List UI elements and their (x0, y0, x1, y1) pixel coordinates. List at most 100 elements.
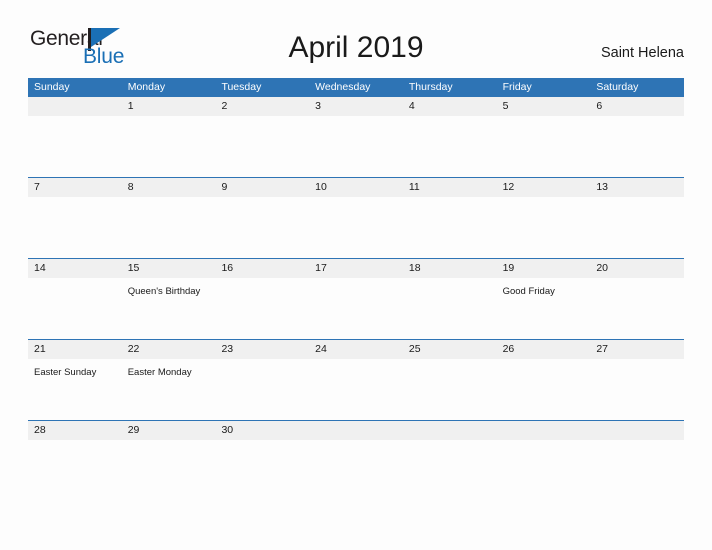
day-number[interactable]: 12 (497, 178, 591, 197)
page-header: General Blue April 2019 Saint Helena (0, 0, 712, 76)
day-header-saturday: Saturday (596, 81, 639, 93)
day-number[interactable]: 24 (309, 340, 403, 359)
day-cell[interactable] (215, 116, 309, 177)
event-label: Easter Sunday (34, 367, 97, 378)
day-number[interactable] (403, 421, 497, 440)
day-number[interactable]: 27 (590, 340, 684, 359)
day-number[interactable]: 8 (122, 178, 216, 197)
calendar-week-row: 14 15 16 17 18 19 20 Queen's Birthday Go… (28, 258, 684, 339)
day-cell[interactable] (28, 440, 122, 445)
day-cell[interactable] (590, 278, 684, 339)
day-number[interactable]: 22 (122, 340, 216, 359)
day-number[interactable]: 7 (28, 178, 122, 197)
calendar-week-row: 28 29 30 (28, 420, 684, 445)
day-number[interactable]: 14 (28, 259, 122, 278)
day-number[interactable]: 18 (403, 259, 497, 278)
day-cell[interactable]: Easter Monday (122, 359, 216, 420)
week-event-cells (28, 440, 684, 445)
day-number[interactable]: 13 (590, 178, 684, 197)
week-date-numbers: 14 15 16 17 18 19 20 (28, 259, 684, 278)
day-number[interactable] (497, 421, 591, 440)
day-cell[interactable] (28, 278, 122, 339)
day-number[interactable]: 10 (309, 178, 403, 197)
day-cell[interactable] (122, 197, 216, 258)
day-number[interactable]: 30 (215, 421, 309, 440)
day-cell[interactable] (590, 359, 684, 420)
day-number[interactable]: 26 (497, 340, 591, 359)
day-cell[interactable] (215, 440, 309, 445)
day-cell[interactable] (122, 440, 216, 445)
day-number[interactable] (309, 421, 403, 440)
day-cell[interactable]: Queen's Birthday (122, 278, 216, 339)
day-cell[interactable] (403, 278, 497, 339)
day-cell[interactable] (403, 440, 497, 445)
day-cell[interactable] (403, 116, 497, 177)
day-number[interactable]: 5 (497, 97, 591, 116)
day-cell[interactable] (590, 440, 684, 445)
day-cell[interactable] (590, 116, 684, 177)
day-cell[interactable] (403, 197, 497, 258)
week-event-cells (28, 197, 684, 258)
day-header-sunday: Sunday (34, 81, 70, 93)
day-number[interactable]: 28 (28, 421, 122, 440)
day-cell[interactable] (309, 359, 403, 420)
day-cell[interactable]: Easter Sunday (28, 359, 122, 420)
week-date-numbers: 1 2 3 4 5 6 (28, 97, 684, 116)
day-number[interactable]: 6 (590, 97, 684, 116)
day-header-tuesday: Tuesday (221, 81, 262, 93)
day-number[interactable]: 1 (122, 97, 216, 116)
day-header-friday: Friday (502, 81, 532, 93)
day-cell[interactable] (215, 278, 309, 339)
day-cell[interactable] (215, 359, 309, 420)
calendar-grid: Sunday Monday Tuesday Wednesday Thursday… (28, 78, 684, 445)
day-number[interactable]: 20 (590, 259, 684, 278)
day-of-week-header-row: Sunday Monday Tuesday Wednesday Thursday… (28, 78, 684, 96)
day-cell[interactable] (28, 197, 122, 258)
event-label: Easter Monday (127, 367, 192, 378)
calendar-week-row: 21 22 23 24 25 26 27 Easter Sunday Easte… (28, 339, 684, 420)
day-number[interactable]: 25 (403, 340, 497, 359)
week-date-numbers: 28 29 30 (28, 421, 684, 440)
day-number[interactable]: 29 (122, 421, 216, 440)
week-date-numbers: 7 8 9 10 11 12 13 (28, 178, 684, 197)
day-number[interactable]: 9 (215, 178, 309, 197)
day-number[interactable]: 19 (497, 259, 591, 278)
day-header-thursday: Thursday (408, 81, 453, 93)
day-number[interactable] (590, 421, 684, 440)
day-number[interactable] (28, 97, 122, 116)
day-header-monday: Monday (127, 81, 166, 93)
day-cell[interactable] (497, 359, 591, 420)
day-cell[interactable] (215, 197, 309, 258)
calendar-week-row: 7 8 9 10 11 12 13 (28, 177, 684, 258)
week-event-cells (28, 116, 684, 177)
day-number[interactable]: 11 (403, 178, 497, 197)
day-cell[interactable] (590, 197, 684, 258)
location-label: Saint Helena (600, 45, 684, 61)
day-cell[interactable] (497, 116, 591, 177)
week-date-numbers: 21 22 23 24 25 26 27 (28, 340, 684, 359)
day-cell[interactable] (309, 278, 403, 339)
day-cell[interactable] (497, 197, 591, 258)
day-header-wednesday: Wednesday (315, 81, 371, 93)
day-number[interactable]: 17 (309, 259, 403, 278)
day-cell[interactable]: Good Friday (497, 278, 591, 339)
day-cell[interactable] (309, 197, 403, 258)
day-number[interactable]: 3 (309, 97, 403, 116)
week-event-cells: Easter Sunday Easter Monday (28, 359, 684, 420)
day-number[interactable]: 21 (28, 340, 122, 359)
day-number[interactable]: 23 (215, 340, 309, 359)
day-cell[interactable] (309, 440, 403, 445)
day-cell[interactable] (122, 116, 216, 177)
event-label: Good Friday (502, 286, 555, 297)
day-cell[interactable] (497, 440, 591, 445)
day-cell[interactable] (403, 359, 497, 420)
day-number[interactable]: 15 (122, 259, 216, 278)
day-number[interactable]: 2 (215, 97, 309, 116)
event-label: Queen's Birthday (127, 286, 201, 297)
calendar-page: General Blue April 2019 Saint Helena Sun… (0, 0, 712, 550)
day-cell[interactable] (28, 116, 122, 177)
week-event-cells: Queen's Birthday Good Friday (28, 278, 684, 339)
day-number[interactable]: 16 (215, 259, 309, 278)
day-cell[interactable] (309, 116, 403, 177)
day-number[interactable]: 4 (403, 97, 497, 116)
